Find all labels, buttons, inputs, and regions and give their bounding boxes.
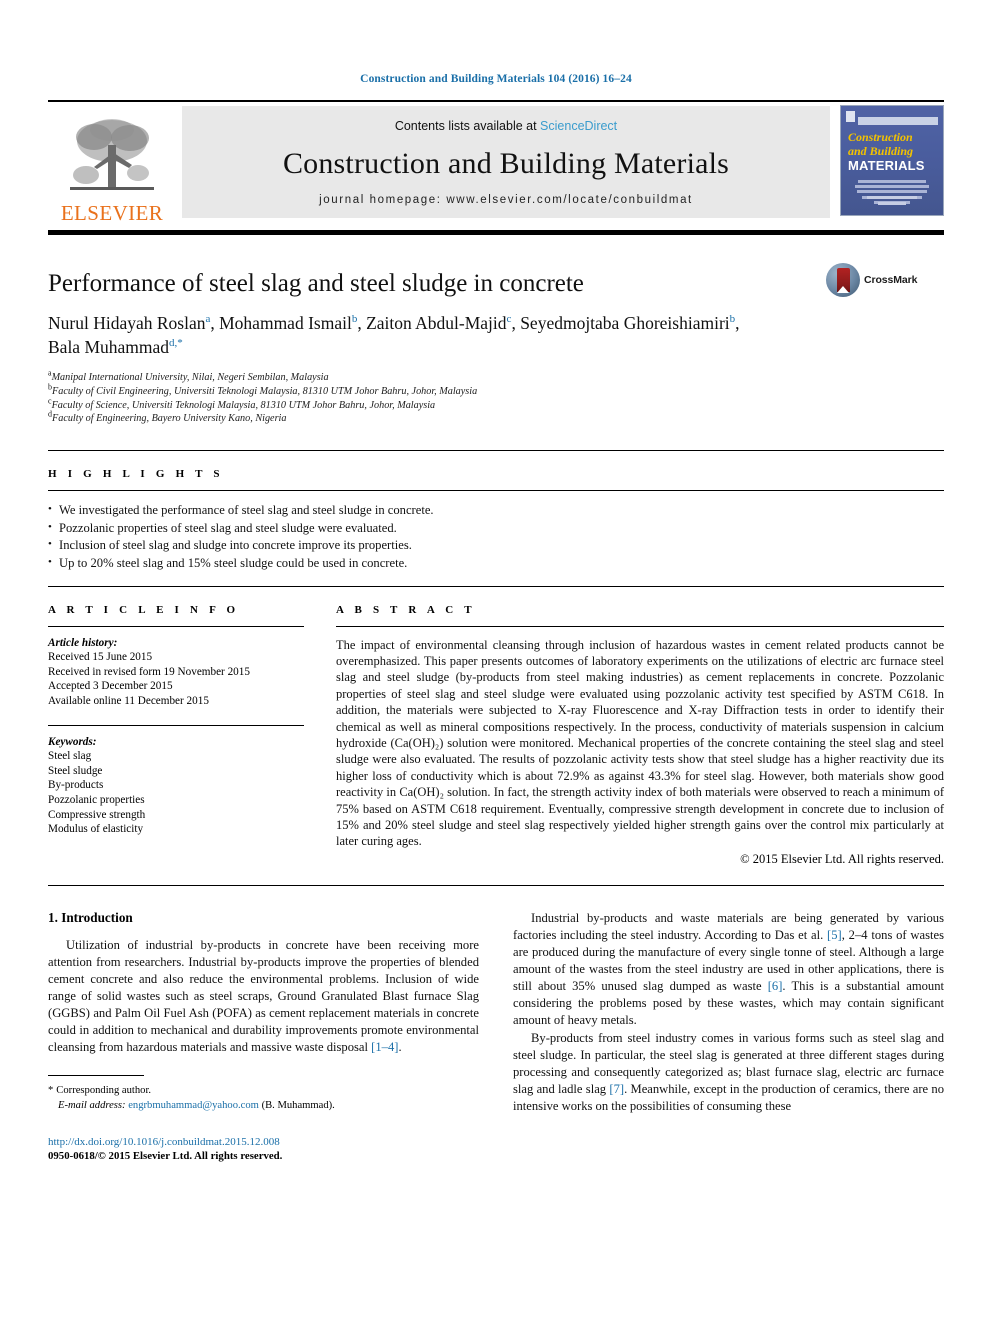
citation-reference[interactable]: [1–4] [371,1040,398,1054]
body-left-column: 1. Introduction Utilization of industria… [48,910,479,1164]
article-history-block: Article history: Received 15 June 2015 R… [48,627,304,709]
affiliation-item: cFaculty of Science, Universiti Teknolog… [48,397,944,413]
author-name: Bala Muhammad [48,337,170,357]
email-owner: (B. Muhammad). [261,1099,335,1111]
email-link[interactable]: engrbmuhammad@yahoo.com [128,1100,259,1111]
article-history-item: Accepted 3 December 2015 [48,680,173,693]
journal-homepage[interactable]: journal homepage: www.elsevier.com/locat… [319,194,693,206]
cover-footer-lines [851,193,933,208]
journal-cover-thumbnail[interactable]: Construction and Building MATERIALS [840,105,944,216]
journal-masthead: ELSEVIER Contents lists available at Sci… [48,100,944,224]
citation-reference[interactable]: [5] [827,928,842,942]
paragraph: By-products from steel industry comes in… [513,1030,944,1113]
affiliation-text: Manipal International University, Nilai,… [51,372,329,383]
author-name: Zaiton Abdul-Majid [366,313,507,333]
article-history-item: Received in revised form 19 November 201… [48,665,250,678]
affiliation-text: Faculty of Engineering, Bayero Universit… [52,413,287,425]
title-block: Performance of steel slag and steel slud… [48,263,944,426]
paragraph: Utilization of industrial by-products in… [48,937,479,1055]
body-columns: 1. Introduction Utilization of industria… [48,910,944,1164]
body-right-column: Industrial by-products and waste materia… [513,910,944,1164]
article-info-column: A R T I C L E I N F O Article history: R… [48,587,304,867]
abstract-heading: A B S T R A C T [336,603,476,616]
keyword-item: Steel slag [48,750,92,763]
article-info-heading: A R T I C L E I N F O [48,603,240,616]
list-item: We investigated the performance of steel… [48,501,944,520]
section-heading-introduction: 1. Introduction [48,909,133,925]
citation-reference[interactable]: [6] [768,979,783,993]
elsevier-wordmark: ELSEVIER [60,201,164,225]
contents-prefix: Contents lists available at [394,119,541,133]
highlights-section: H I G H L I G H T S We investigated the … [48,450,944,587]
crossmark-label: CrossMark [864,274,918,286]
crossmark-icon [826,263,860,297]
keywords-block: Keywords: Steel slag Steel sludge By-pro… [48,726,304,837]
corresponding-author-line: * Corresponding author. [48,1083,479,1098]
keyword-item: Steel sludge [48,764,103,777]
sciencedirect-link[interactable]: ScienceDirect [540,119,617,133]
abstract-column: A B S T R A C T The impact of environmen… [336,587,944,867]
contents-available-line: Contents lists available at ScienceDirec… [395,119,617,133]
affiliation-item: bFaculty of Civil Engineering, Universit… [48,383,944,399]
footnote-rule [48,1074,144,1076]
author-affiliation-mark[interactable]: a [205,313,210,325]
affiliation-text: Faculty of Civil Engineering, Universiti… [52,385,478,397]
elsevier-tree-icon [70,119,154,190]
running-head: Construction and Building Materials 104 … [360,73,632,85]
keywords-label: Keywords: [48,735,97,748]
doi-block: http://dx.doi.org/10.1016/j.conbuildmat.… [48,1135,479,1164]
abstract-text: The impact of environmental cleansing th… [336,637,944,849]
list-item: Inclusion of steel slag and sludge into … [48,536,944,555]
crossmark-badge[interactable]: CrossMark [826,263,944,297]
list-item: Up to 20% steel slag and 15% steel sludg… [48,554,944,573]
highlights-heading: H I G H L I G H T S [48,468,224,481]
cover-elsevier-mark [846,111,855,122]
abstract-copyright: © 2015 Elsevier Ltd. All rights reserved… [740,851,944,866]
journal-title: Construction and Building Materials [282,146,730,180]
info-abstract-row: A R T I C L E I N F O Article history: R… [48,587,944,867]
paper-page: Construction and Building Materials 104 … [0,0,992,1323]
issn-copyright-line: 0950-0618/© 2015 Elsevier Ltd. All right… [48,1150,283,1163]
author-name: Seyedmojtaba Ghoreishiamiri [520,313,730,333]
list-item: Pozzolanic properties of steel slag and … [48,519,944,538]
affiliation-item: aManipal International University, Nilai… [48,369,944,385]
elsevier-logo: ELSEVIER [48,102,176,224]
doi-link[interactable]: http://dx.doi.org/10.1016/j.conbuildmat.… [48,1135,479,1150]
keyword-item: Modulus of elasticity [48,823,144,836]
masthead-bottom-rule [48,230,944,235]
cover-top-bar [858,117,938,125]
masthead-center-band: Contents lists available at ScienceDirec… [182,106,830,218]
keyword-item: Compressive strength [48,808,146,821]
keyword-item: Pozzolanic properties [48,793,145,806]
author-name: Nurul Hidayah Roslan [48,313,206,333]
citation-reference[interactable]: [7] [609,1082,624,1096]
paragraph: Industrial by-products and waste materia… [513,910,945,1028]
cover-title-line-2: and Building [848,144,914,158]
affiliation-list: aManipal International University, Nilai… [48,369,944,426]
article-history-item: Received 15 June 2015 [48,651,153,664]
footnote-block: * Corresponding author. E-mail address: e… [48,1074,479,1113]
article-history-item: Available online 11 December 2015 [48,694,209,707]
corresponding-author-marker: * [48,1084,54,1096]
affiliation-text: Faculty of Science, Universiti Teknologi… [51,399,436,411]
email-label: E-mail address: [58,1099,126,1111]
author-affiliation-mark[interactable]: d,* [169,337,183,349]
article-history-label: Article history: [48,636,118,649]
body-top-rule [48,884,944,886]
author-name: Mohammad Ismail [219,313,352,333]
cover-title-line-3: MATERIALS [848,158,925,173]
keyword-item: By-products [48,779,104,792]
cover-title-line-1: Construction [848,130,913,144]
corresponding-author-text: Corresponding author. [56,1084,152,1096]
author-affiliation-mark[interactable]: b [730,313,736,325]
highlights-list: We investigated the performance of steel… [48,491,944,585]
affiliation-item: dFaculty of Engineering, Bayero Universi… [48,411,944,426]
email-line: E-mail address: engrbmuhammad@yahoo.com … [48,1098,479,1113]
page-content: Construction and Building Materials 104 … [48,0,944,1164]
author-list: Nurul Hidayah Roslana, Mohammad Ismailb,… [48,313,740,357]
author-affiliation-mark[interactable]: c [507,313,512,325]
page-title: Performance of steel slag and steel slud… [48,270,584,297]
author-affiliation-mark[interactable]: b [352,313,358,325]
